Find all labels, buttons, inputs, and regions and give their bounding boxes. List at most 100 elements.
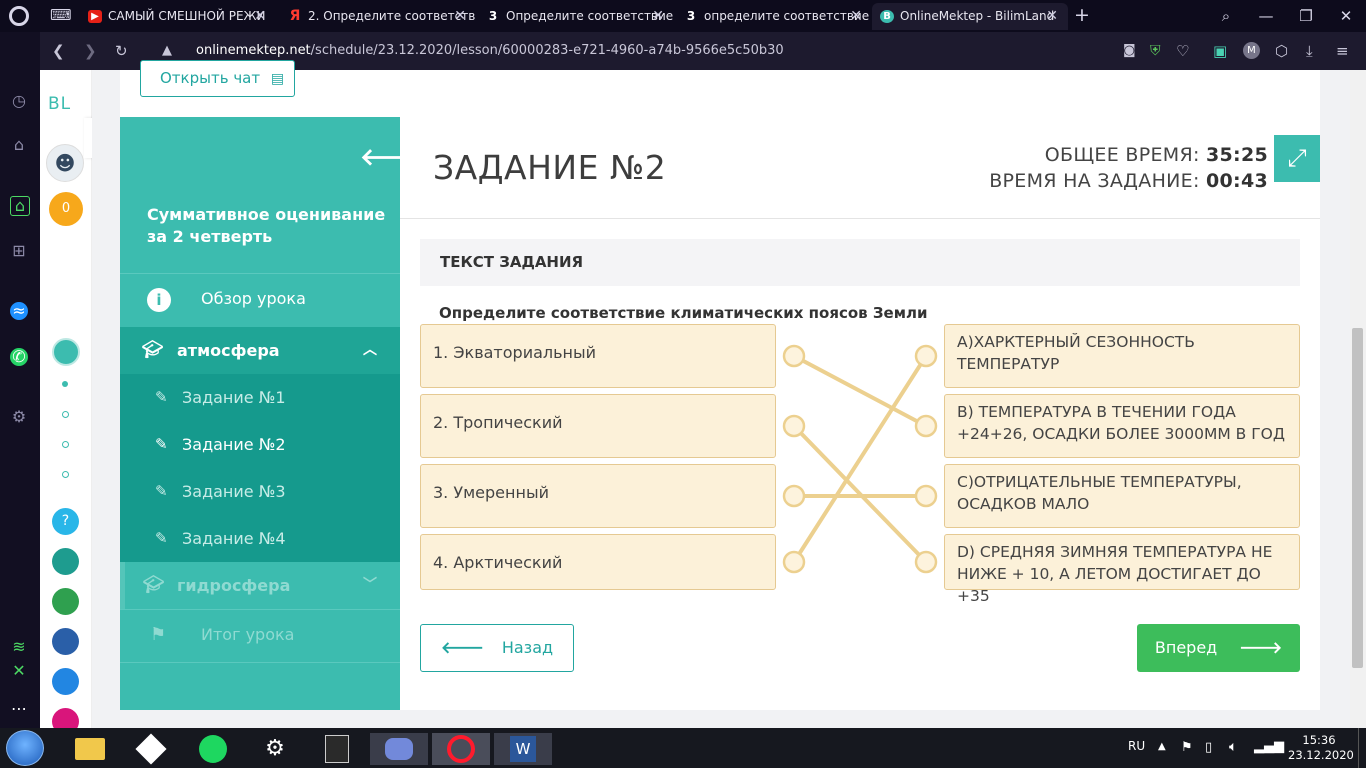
home-icon[interactable]: ⌂ <box>10 196 30 216</box>
step-dot-icon[interactable] <box>62 411 69 418</box>
menu-icon[interactable]: ≡ <box>1336 41 1349 61</box>
fullscreen-button[interactable]: ⤢ <box>1274 135 1320 182</box>
tools-icon[interactable]: ✕ <box>10 662 28 680</box>
right-option-c[interactable]: С)ОТРИЦАТЕЛЬНЫЕ ТЕМПЕРАТУРЫ, ОСАДКОВ МАЛ… <box>944 464 1300 528</box>
forward-arrow-icon[interactable]: ❯ <box>84 41 97 61</box>
settings-icon[interactable]: ⚙ <box>10 408 28 426</box>
bilimbook-icon[interactable] <box>52 628 79 655</box>
nav-section-atmosphere[interactable]: 🎓︎ атмосфера ︿ <box>120 327 400 374</box>
avatar-icon[interactable]: M <box>1243 42 1260 59</box>
nav-section-hydrosphere[interactable]: 🎓︎ гидросфера ﹀ <box>120 562 400 609</box>
gamepad-icon[interactable]: ⊞ <box>10 242 28 260</box>
url-field[interactable]: onlinemektep.net/schedule/23.12.2020/les… <box>196 42 784 60</box>
reload-icon[interactable]: ↻ <box>115 41 128 61</box>
browser-tab-4[interactable]: 3 определите соответствие ✕ <box>676 3 872 30</box>
tray-flag-icon[interactable]: ⚑ <box>1181 740 1193 755</box>
left-connector-dot[interactable] <box>782 414 806 438</box>
scrollbar-thumb[interactable] <box>1352 328 1363 668</box>
pisa-icon[interactable] <box>52 548 79 575</box>
tray-arrow-icon[interactable]: ▲ <box>1158 741 1166 752</box>
left-option-3[interactable]: 3. Умеренный <box>420 464 776 528</box>
close-icon[interactable]: ✕ <box>652 3 664 30</box>
step-dot-icon[interactable] <box>62 441 69 448</box>
right-option-b[interactable]: В) ТЕМПЕРАТУРА В ТЕЧЕНИИ ГОДА +24+26, ОС… <box>944 394 1300 458</box>
search-tabs-icon[interactable]: ⌕ <box>1206 0 1246 32</box>
next-button[interactable]: Вперед 🡒 <box>1137 624 1300 672</box>
avatar[interactable]: ☻ <box>46 144 84 182</box>
help-icon[interactable]: ? <box>52 508 79 535</box>
close-icon[interactable]: ✕ <box>850 3 862 30</box>
step-dot-icon[interactable] <box>62 381 68 387</box>
browser-tab-1[interactable]: ▶ САМЫЙ СМЕШНОЙ РЕЖИ ✕ <box>80 3 276 30</box>
close-icon[interactable]: ✕ <box>454 3 466 30</box>
messenger-icon[interactable]: ≈ <box>10 302 28 320</box>
browser-tab-5[interactable]: B OnlineMektep - BilimLand ✕ <box>872 3 1068 30</box>
step-dot-icon[interactable] <box>62 471 69 478</box>
right-option-a[interactable]: А)ХАРКТЕРНЫЙ СЕЗОННОСТЬ ТЕМПЕРАТУР <box>944 324 1300 388</box>
steam-icon[interactable]: ⚙ <box>251 733 299 765</box>
test-icon[interactable] <box>52 668 79 695</box>
right-connector-dot[interactable] <box>914 344 938 368</box>
discord-icon[interactable] <box>370 733 428 765</box>
left-option-2[interactable]: 2. Тропический <box>420 394 776 458</box>
spotify-icon[interactable] <box>189 733 237 765</box>
cube-icon[interactable]: ⬡ <box>1275 41 1288 61</box>
left-connector-dot[interactable] <box>782 550 806 574</box>
left-connector-dot[interactable] <box>782 344 806 368</box>
site-sidebar: BL ☻ 0 ? ❯ <box>40 70 112 735</box>
shield-icon[interactable]: ⛨ <box>1150 41 1161 61</box>
right-option-d[interactable]: D) СРЕДНЯЯ ЗИМНЯЯ ТЕМПЕРАТУРА НЕ НИЖЕ + … <box>944 534 1300 605</box>
epic-games-icon[interactable] <box>313 733 361 765</box>
left-option-1[interactable]: 1. Экваториальный <box>420 324 776 388</box>
wifi-icon[interactable]: ≋ <box>10 638 28 656</box>
extension-icon[interactable]: ▣ <box>1213 41 1227 61</box>
camera-icon[interactable]: ◙ <box>1123 41 1136 61</box>
nav-overview[interactable]: i Обзор урока <box>120 274 400 327</box>
browser-tab-2[interactable]: Я 2. Определите соответствие ✕ <box>280 3 476 30</box>
tray-device-icon[interactable]: ▯ <box>1205 740 1212 755</box>
system-clock[interactable]: 15:36 23.12.2020 <box>1288 733 1354 763</box>
game-launcher-icon[interactable] <box>127 733 175 765</box>
restore-button[interactable]: ❐ <box>1286 0 1326 32</box>
new-tab-button[interactable]: + <box>1074 4 1090 26</box>
nav-summary[interactable]: ⚑ Итог урока <box>120 610 400 662</box>
right-connector-dot[interactable] <box>914 484 938 508</box>
open-chat-button[interactable]: Открыть чат ▤ <box>140 60 295 97</box>
more-icon[interactable]: ⋯ <box>10 700 28 718</box>
nav-task-3[interactable]: ✎ Задание №3 <box>120 468 400 515</box>
network-icon[interactable]: ▂▄▆ <box>1254 739 1284 754</box>
language-indicator[interactable]: RU <box>1128 739 1145 753</box>
close-window-button[interactable]: ✕ <box>1326 0 1366 32</box>
minimize-button[interactable]: — <box>1246 0 1286 32</box>
back-button[interactable]: 🡐 Назад <box>420 624 574 672</box>
bilimland-icon[interactable] <box>52 588 79 615</box>
gamepad-icon[interactable]: ⌨ <box>50 6 72 24</box>
volume-icon[interactable]: 🔈︎ <box>1229 739 1237 755</box>
word-icon[interactable]: W <box>494 733 552 765</box>
online-mektep-icon[interactable] <box>52 338 80 366</box>
right-connector-dot[interactable] <box>914 550 938 574</box>
back-arrow-icon[interactable]: ❮ <box>52 41 65 61</box>
heart-icon[interactable]: ♡ <box>1176 41 1189 61</box>
opera-taskbar-icon[interactable] <box>432 733 490 765</box>
basket-icon[interactable]: ⌂ <box>10 136 28 154</box>
nav-back-arrow-icon[interactable]: 🡐 <box>360 142 424 171</box>
site-logo[interactable]: BL <box>48 94 71 114</box>
right-connector-dot[interactable] <box>914 414 938 438</box>
close-icon[interactable]: ✕ <box>254 3 266 30</box>
left-connector-dot[interactable] <box>782 484 806 508</box>
show-desktop-button[interactable] <box>1358 728 1366 768</box>
download-icon[interactable]: ⤓ <box>1306 41 1313 61</box>
whatsapp-icon[interactable]: ✆ <box>10 348 28 366</box>
nav-task-2[interactable]: ✎ Задание №2 <box>120 421 400 468</box>
edit-icon: ✎ <box>155 388 168 406</box>
close-icon[interactable]: ✕ <box>1046 3 1058 30</box>
left-option-4[interactable]: 4. Арктический <box>420 534 776 590</box>
browser-tab-3[interactable]: 3 Определите соответствие ✕ <box>478 3 674 30</box>
nav-task-4[interactable]: ✎ Задание №4 <box>120 515 400 562</box>
file-explorer-icon[interactable] <box>66 733 114 765</box>
nav-task-1[interactable]: ✎ Задание №1 <box>120 374 400 421</box>
opera-logo-icon[interactable] <box>9 6 29 26</box>
start-button[interactable] <box>6 730 44 766</box>
speedometer-icon[interactable]: ◷ <box>10 92 28 110</box>
